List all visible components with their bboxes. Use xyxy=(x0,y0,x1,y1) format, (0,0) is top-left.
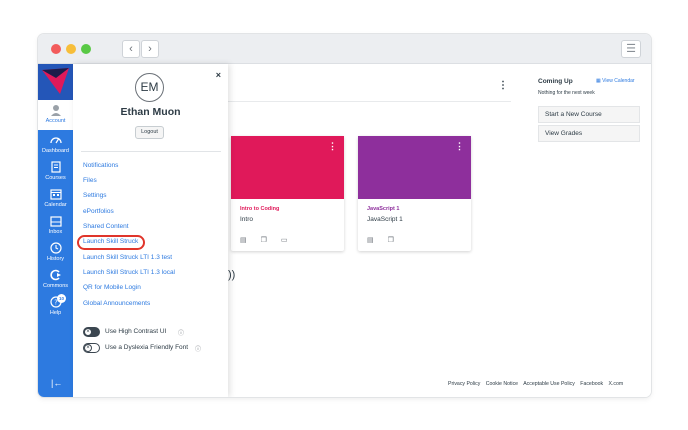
coming-up-empty-text: Nothing for the next week xyxy=(538,90,595,96)
tray-divider xyxy=(81,151,221,152)
tray-link-launch-skill-struck-lti-local[interactable]: Launch Skill Struck LTI 1.3 local xyxy=(83,269,175,276)
logout-button[interactable]: Logout xyxy=(135,126,164,139)
account-avatar-icon xyxy=(50,105,61,116)
card-subtitle: Intro xyxy=(240,216,254,223)
tray-link-shared-content[interactable]: Shared Content xyxy=(83,223,129,230)
tray-link-eportfolios[interactable]: ePortfolios xyxy=(83,208,114,215)
nav-calendar-label: Calendar xyxy=(44,202,67,208)
nav-commons-label: Commons xyxy=(42,283,69,289)
nav-commons[interactable]: Commons xyxy=(38,269,73,289)
tray-link-qr-mobile-login[interactable]: QR for Mobile Login xyxy=(83,284,141,291)
card-options-icon[interactable]: ⋮ xyxy=(328,141,337,152)
info-icon[interactable]: ⓘ xyxy=(178,328,184,337)
footer-links: Privacy Policy Cookie Notice Acceptable … xyxy=(448,381,627,387)
dyslexia-font-toggle[interactable]: × xyxy=(83,343,100,353)
dyslexia-font-label: Use a Dyslexia Friendly Font xyxy=(105,344,189,351)
nav-account[interactable]: Account xyxy=(38,100,73,130)
nav-dashboard-label: Dashboard xyxy=(42,148,69,154)
nav-inbox-label: Inbox xyxy=(48,229,63,235)
forward-button[interactable]: › xyxy=(141,40,159,58)
view-calendar-label: View Calendar xyxy=(602,78,635,84)
high-contrast-toggle[interactable]: × xyxy=(83,327,100,337)
course-card-javascript-1[interactable]: ⋮ JavaScript 1 JavaScript 1 ▤ ❐ xyxy=(358,136,471,251)
account-tray: × EM Ethan Muon Logout Notifications Fil… xyxy=(73,64,228,397)
discussions-icon[interactable]: ❐ xyxy=(261,237,267,244)
card-actions: ▤ ❐ xyxy=(367,236,408,244)
x-icon: × xyxy=(84,328,92,336)
nav-history[interactable]: History xyxy=(38,242,73,262)
browser-menu-button[interactable]: ☰ xyxy=(621,40,641,58)
card-title[interactable]: JavaScript 1 xyxy=(367,206,399,212)
minimize-window-button[interactable] xyxy=(66,44,76,54)
nav-account-label: Account xyxy=(45,118,66,124)
assignments-icon[interactable]: ▤ xyxy=(240,237,247,244)
x-icon: × xyxy=(84,344,92,352)
discussions-icon[interactable]: ❐ xyxy=(388,237,394,244)
tray-link-files[interactable]: Files xyxy=(83,177,97,184)
view-calendar-link[interactable]: ▦ View Calendar xyxy=(596,78,635,84)
tray-link-launch-skill-struck-lti-test[interactable]: Launch Skill Struck LTI 1.3 test xyxy=(83,254,172,261)
start-new-course-button[interactable]: Start a New Course xyxy=(538,106,640,123)
user-name: Ethan Muon xyxy=(120,106,181,118)
back-button[interactable]: ‹ xyxy=(122,40,140,58)
tray-link-global-announcements[interactable]: Global Announcements xyxy=(83,300,150,307)
footer-link-acceptable-use[interactable]: Acceptable Use Policy xyxy=(523,381,575,387)
header-divider xyxy=(228,101,511,102)
commons-icon xyxy=(49,269,61,281)
files-icon[interactable]: ▭ xyxy=(281,237,288,244)
close-tray-button[interactable]: × xyxy=(216,70,221,80)
section-heading-fragment: )) xyxy=(228,269,236,281)
dashboard-options-icon[interactable]: ⋮ xyxy=(498,80,508,91)
high-contrast-label: Use High Contrast UI xyxy=(105,328,167,335)
nav-courses-label: Courses xyxy=(45,175,66,181)
footer-link-cookie[interactable]: Cookie Notice xyxy=(486,381,518,387)
maximize-window-button[interactable] xyxy=(81,44,91,54)
collapse-nav-icon[interactable]: |← xyxy=(51,378,62,388)
nav-dashboard[interactable]: Dashboard xyxy=(38,134,73,154)
history-icon xyxy=(49,242,62,254)
footer-link-privacy[interactable]: Privacy Policy xyxy=(448,381,480,387)
global-navigation: Account Dashboard Courses Calendar Inbox… xyxy=(38,64,73,397)
view-grades-button[interactable]: View Grades xyxy=(538,125,640,142)
info-icon[interactable]: ⓘ xyxy=(195,344,201,353)
nav-help-label: Help xyxy=(49,310,62,316)
card-title[interactable]: Intro to Coding xyxy=(240,206,279,212)
nav-courses[interactable]: Courses xyxy=(38,161,73,181)
course-card-intro-to-coding[interactable]: ⋮ Intro to Coding Intro ▤ ❐ ▭ xyxy=(231,136,344,251)
close-window-button[interactable] xyxy=(51,44,61,54)
nav-calendar[interactable]: Calendar xyxy=(38,188,73,208)
inbox-icon xyxy=(49,216,62,227)
avatar: EM xyxy=(135,73,164,102)
footer-link-x[interactable]: X.com xyxy=(609,381,624,387)
footer-link-facebook[interactable]: Facebook xyxy=(580,381,603,387)
card-options-icon[interactable]: ⋮ xyxy=(455,141,464,152)
help-badge: 10 xyxy=(57,294,66,303)
tray-link-settings[interactable]: Settings xyxy=(83,192,107,199)
courses-icon xyxy=(50,161,61,173)
nav-inbox[interactable]: Inbox xyxy=(38,215,73,235)
tray-link-notifications[interactable]: Notifications xyxy=(83,162,118,169)
title-bar: ‹ › ☰ xyxy=(38,34,651,64)
card-actions: ▤ ❐ ▭ xyxy=(240,236,302,244)
coming-up-heading: Coming Up xyxy=(538,78,573,85)
assignments-icon[interactable]: ▤ xyxy=(367,237,374,244)
dashboard-icon xyxy=(49,137,62,144)
tray-link-launch-skill-struck[interactable]: Launch Skill Struck xyxy=(83,238,138,245)
nav-help[interactable]: ? Help xyxy=(38,296,73,316)
browser-window: ‹ › ☰ ⋮ ⋮ Intro to Coding Intro ▤ ❐ ▭ ⋮ Ja… xyxy=(38,34,651,397)
card-subtitle: JavaScript 1 xyxy=(367,216,403,223)
calendar-icon xyxy=(49,189,62,200)
canvas-logo[interactable] xyxy=(38,64,73,100)
nav-history-label: History xyxy=(46,256,65,262)
